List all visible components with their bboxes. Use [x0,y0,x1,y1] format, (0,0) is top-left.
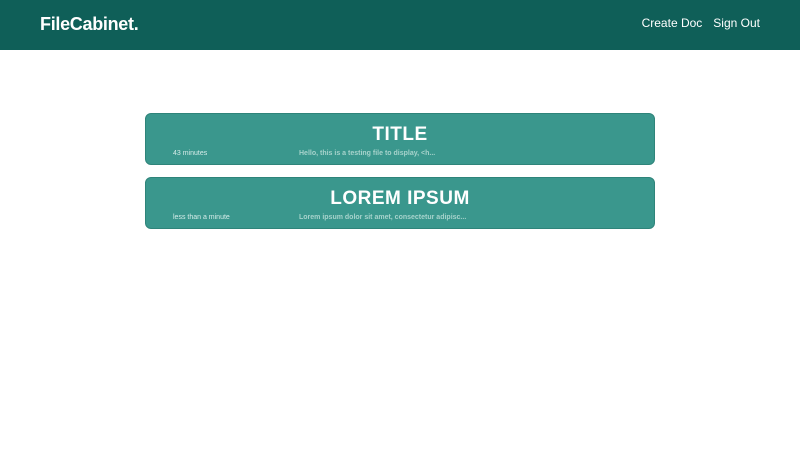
document-card[interactable]: LOREM IPSUM less than a minute Lorem ips… [145,177,655,229]
document-card[interactable]: TITLE 43 minutes Hello, this is a testin… [145,113,655,165]
brand-logo-link[interactable]: FileCabinet. [40,14,139,35]
document-timestamp: less than a minute [173,214,230,221]
sign-out-link[interactable]: Sign Out [713,16,760,30]
create-doc-link[interactable]: Create Doc [642,16,703,30]
document-preview: Lorem ipsum dolor sit amet, consectetur … [299,214,467,221]
nav-links: Create Doc Sign Out [642,16,760,30]
document-title: LOREM IPSUM [330,188,470,209]
document-preview: Hello, this is a testing file to display… [299,150,436,157]
document-title: TITLE [372,124,428,145]
document-timestamp: 43 minutes [173,150,208,157]
navbar: FileCabinet. Create Doc Sign Out [0,0,800,50]
document-list: TITLE 43 minutes Hello, this is a testin… [145,113,655,241]
